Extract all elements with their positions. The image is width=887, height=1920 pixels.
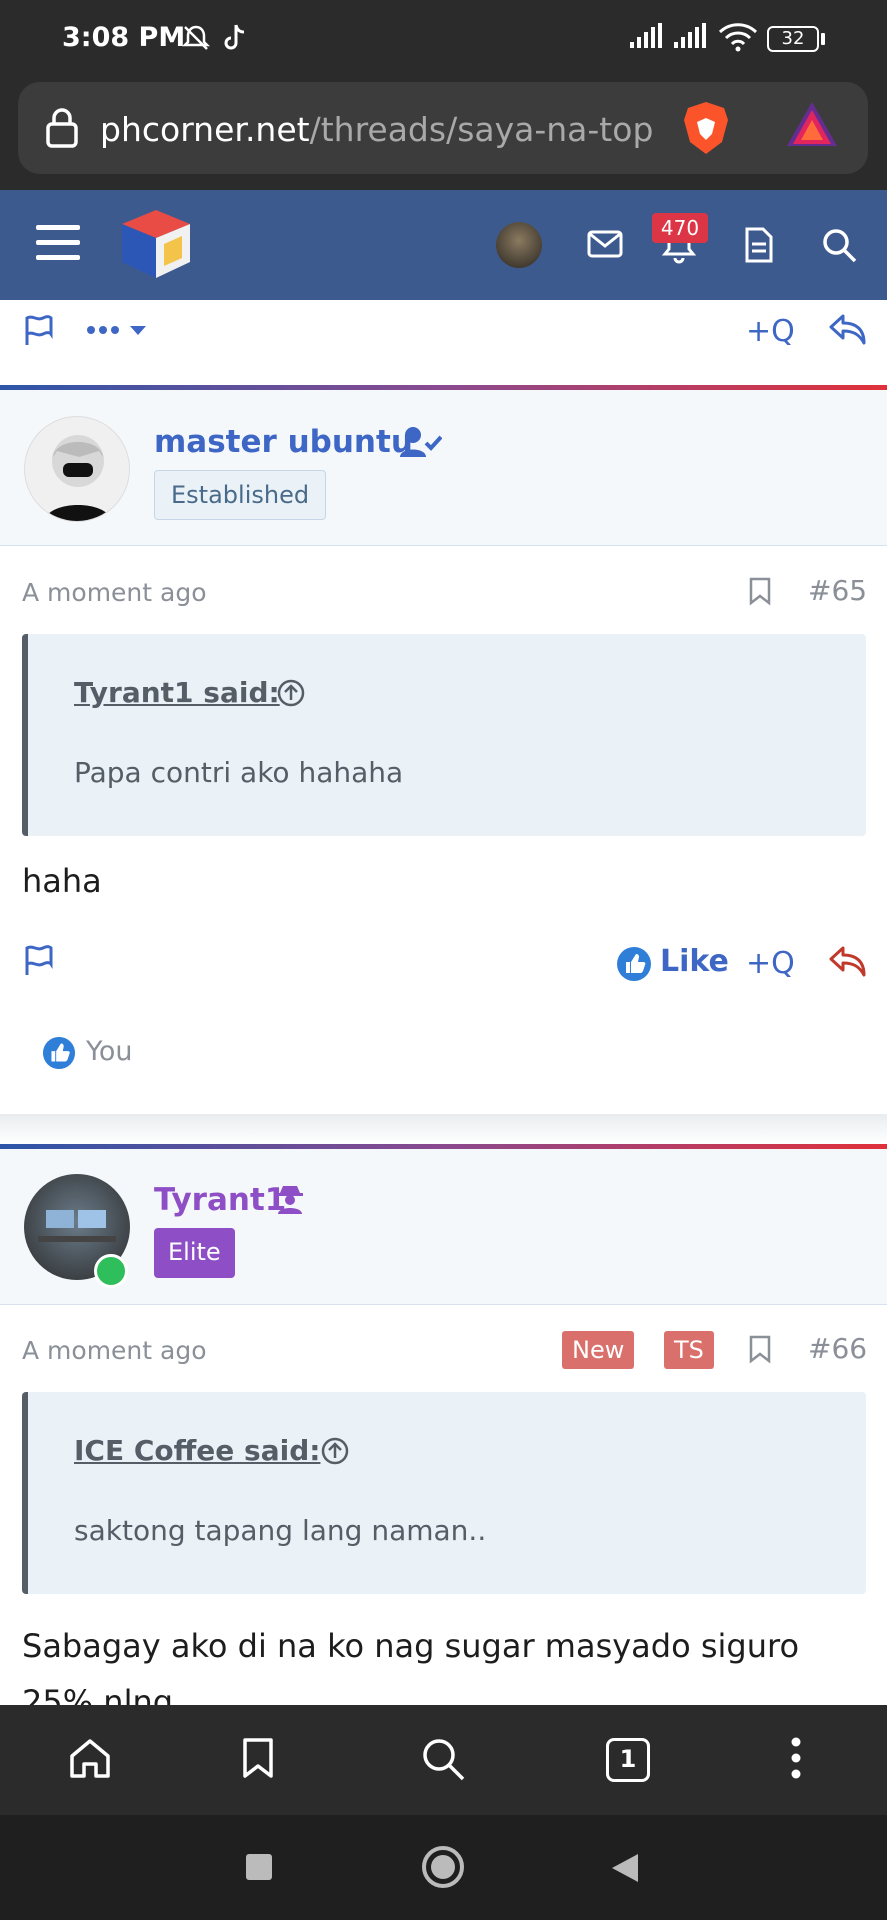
status-time: 3:08 PM	[62, 22, 186, 53]
user-avatar[interactable]	[496, 222, 542, 268]
post-body: haha	[22, 862, 102, 900]
mute-icon	[180, 22, 212, 54]
quote-text: saktong tapang lang naman..	[74, 1514, 487, 1547]
reaction-like-icon	[42, 1036, 76, 1070]
home-button-dot	[431, 1855, 455, 1879]
post-header	[0, 1149, 887, 1305]
multiquote-button[interactable]: +Q	[746, 946, 795, 981]
reaction-list[interactable]: You	[86, 1036, 133, 1067]
like-button[interactable]: Like	[660, 944, 729, 979]
spy-user-icon	[276, 1184, 304, 1214]
home-button[interactable]	[422, 1846, 464, 1888]
post-author-avatar[interactable]	[24, 416, 130, 522]
signal-icon-2	[672, 22, 708, 50]
site-logo[interactable]	[118, 206, 194, 282]
status-bar: 3:08 PM 32	[0, 0, 887, 78]
search-icon[interactable]	[420, 1736, 466, 1782]
post-header	[0, 390, 887, 546]
quote-jump-icon[interactable]	[276, 678, 306, 708]
bookmarks-icon[interactable]	[240, 1736, 276, 1780]
online-status-icon	[94, 1254, 128, 1288]
user-role-badge: Elite	[154, 1228, 235, 1278]
battery-tip	[821, 33, 825, 45]
signal-icon	[628, 22, 664, 50]
multiquote-button-top[interactable]: +Q	[746, 314, 795, 349]
post-number[interactable]: #66	[808, 1332, 867, 1365]
battery-indicator: 32	[767, 26, 819, 52]
like-icon[interactable]	[616, 946, 652, 982]
brave-shield-icon[interactable]	[680, 100, 732, 156]
tabs-button[interactable]: 1	[606, 1738, 650, 1782]
post-number[interactable]: #65	[808, 574, 867, 607]
back-button[interactable]	[610, 1852, 640, 1884]
user-role-badge: Established	[154, 470, 327, 520]
recents-button[interactable]	[246, 1854, 272, 1880]
new-tag: New	[562, 1331, 635, 1369]
more-menu-icon[interactable]	[790, 1736, 802, 1780]
quote-author-link[interactable]: ICE Coffee said:	[74, 1434, 320, 1467]
quote-author-link[interactable]: Tyrant1 said:	[74, 676, 280, 709]
search-icon[interactable]	[820, 226, 858, 264]
post-author-name[interactable]: Tyrant1	[154, 1182, 286, 1218]
lock-icon[interactable]	[44, 106, 80, 148]
bookmark-icon[interactable]	[748, 576, 772, 606]
reply-icon-top[interactable]	[828, 312, 868, 348]
document-icon[interactable]	[744, 226, 774, 264]
brave-rewards-icon[interactable]	[785, 100, 839, 150]
quote-block	[22, 1392, 866, 1594]
url-text[interactable]: phcorner.net/threads/saya-na-top-	[100, 110, 652, 149]
reply-icon[interactable]	[828, 944, 868, 980]
wifi-icon	[718, 22, 758, 52]
bookmark-icon[interactable]	[748, 1334, 772, 1364]
report-flag-icon[interactable]	[22, 944, 56, 978]
quote-text: Papa contri ako hahaha	[74, 756, 404, 789]
battery-level: 32	[781, 28, 805, 49]
mail-icon[interactable]	[586, 228, 624, 260]
url-path: /threads/saya-na-top-	[309, 110, 652, 149]
post-author-name[interactable]: master ubuntu	[154, 424, 413, 460]
menu-icon[interactable]	[34, 222, 82, 264]
more-options-icon[interactable]	[86, 318, 150, 342]
verified-user-icon	[400, 426, 442, 458]
ts-tag: TS	[664, 1331, 714, 1369]
tab-count: 1	[619, 1745, 637, 1773]
report-flag-icon[interactable]	[22, 314, 56, 348]
home-icon[interactable]	[68, 1736, 112, 1780]
quote-jump-icon[interactable]	[320, 1436, 350, 1466]
tiktok-icon	[222, 22, 252, 54]
quote-block	[22, 634, 866, 836]
post-timestamp[interactable]: A moment ago	[22, 1336, 207, 1365]
url-host: phcorner.net	[100, 110, 310, 149]
notification-count: 470	[652, 213, 708, 243]
post-timestamp[interactable]: A moment ago	[22, 578, 207, 607]
post-divider	[0, 1114, 887, 1144]
